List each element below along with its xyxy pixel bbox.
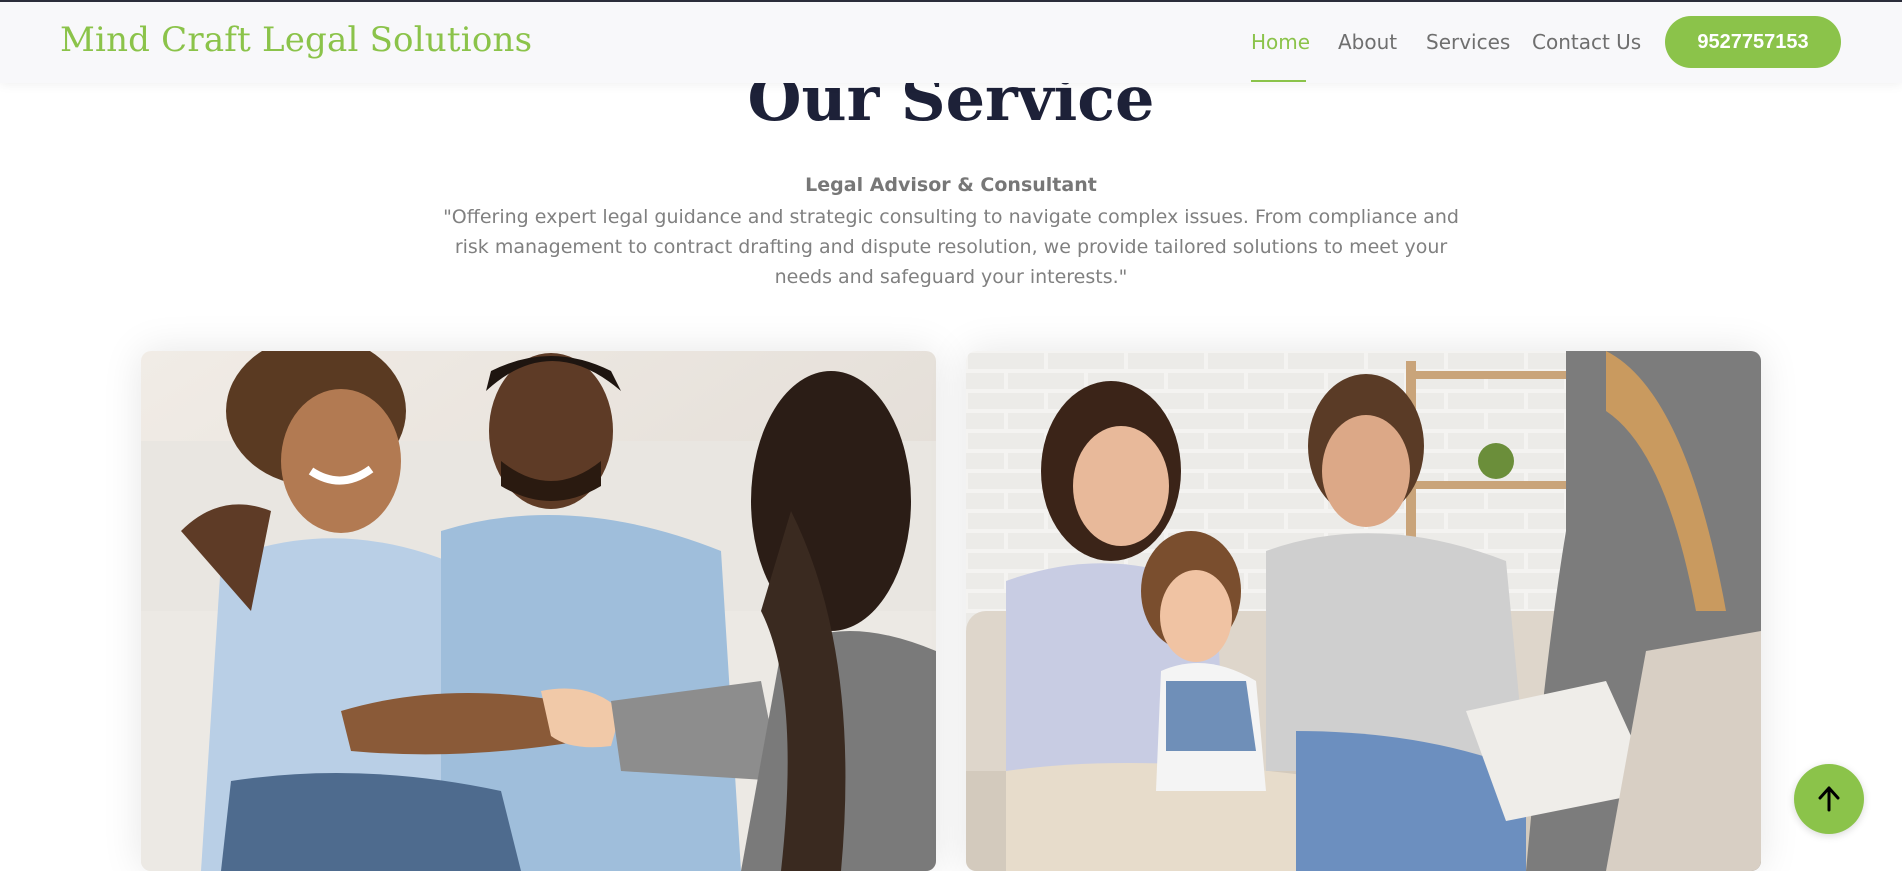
site-header: Mind Craft Legal Solutions Home About Se… (0, 2, 1902, 83)
active-nav-indicator (1251, 80, 1306, 82)
service-card-image-1[interactable] (141, 351, 936, 871)
scroll-to-top-button[interactable] (1794, 764, 1864, 834)
phone-button[interactable]: 9527757153 (1665, 16, 1841, 68)
main-nav: Home About Services Contact Us (0, 2, 1902, 83)
arrow-up-icon (1818, 786, 1840, 812)
nav-home[interactable]: Home (1251, 30, 1310, 54)
nav-services[interactable]: Services (1426, 30, 1510, 54)
nav-about[interactable]: About (1338, 30, 1397, 54)
top-border (0, 0, 1902, 2)
section-subtitle: Legal Advisor & Consultant (805, 174, 1097, 196)
couple-handshake-photo (141, 351, 936, 871)
family-sofa-photo (966, 351, 1761, 871)
section-description: "Offering expert legal guidance and stra… (443, 206, 1459, 288)
nav-contact-us[interactable]: Contact Us (1532, 30, 1641, 54)
service-card-image-2[interactable] (966, 351, 1761, 871)
